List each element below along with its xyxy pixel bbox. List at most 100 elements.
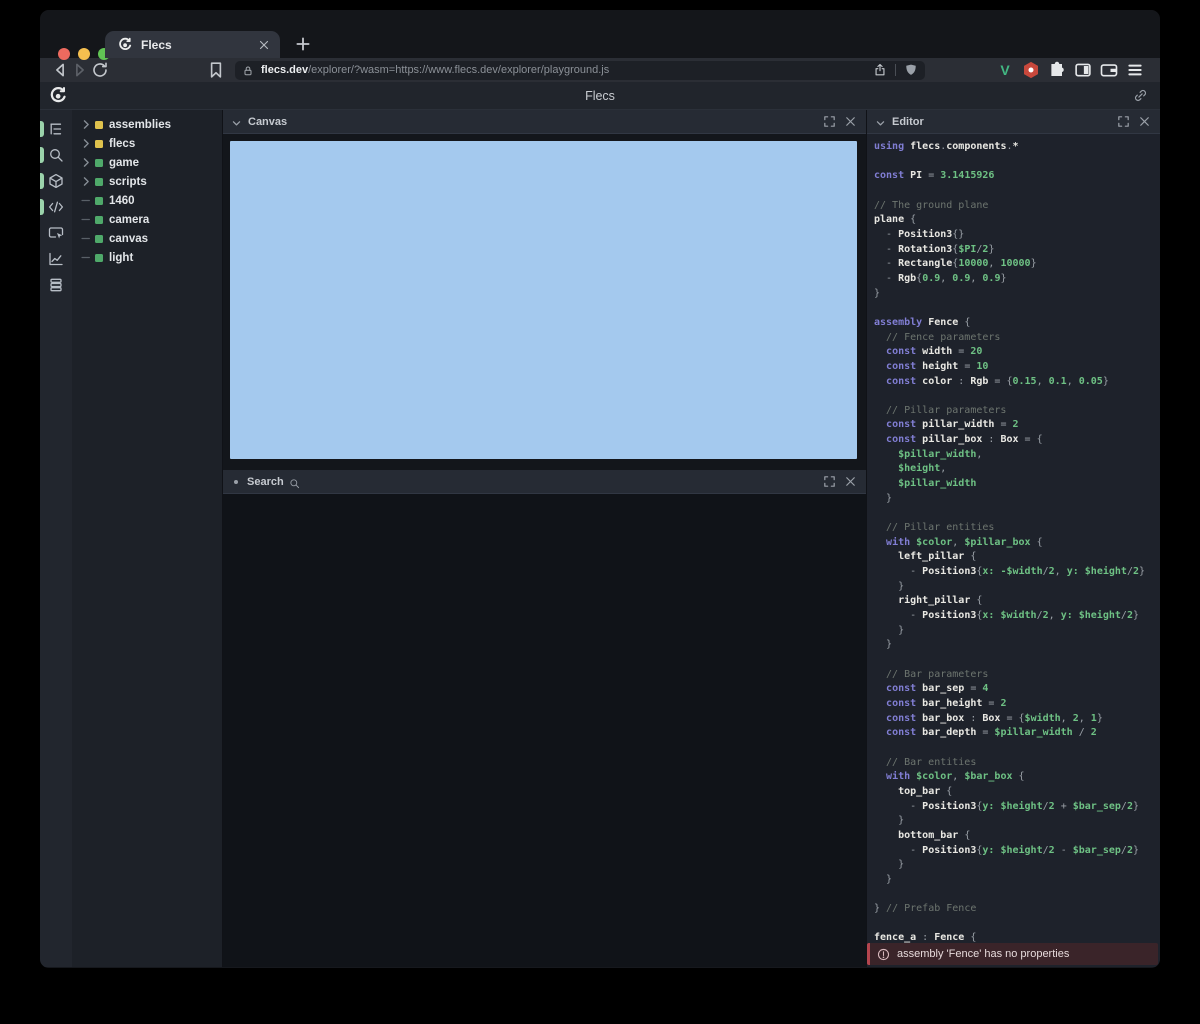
error-bar: assembly 'Fence' has no properties — [867, 943, 1158, 965]
browser-toolbar: flecs.dev/explorer/?wasm=https://www.fle… — [40, 58, 1160, 82]
rail-button-tree-icon[interactable] — [40, 116, 72, 142]
entity-kind-square — [95, 178, 103, 186]
tree-item-1460[interactable]: 1460 — [72, 191, 222, 210]
url-text: flecs.dev/explorer/?wasm=https://www.fle… — [261, 64, 873, 76]
new-tab-button[interactable] — [294, 35, 312, 53]
tree-item-canvas[interactable]: canvas — [72, 229, 222, 248]
render-viewport[interactable] — [230, 141, 857, 459]
rail-button-search-icon[interactable] — [40, 142, 72, 168]
layers-icon — [48, 277, 64, 293]
canvas-panel-body — [223, 134, 866, 470]
app-title: Flecs — [40, 89, 1160, 103]
code-editor[interactable]: using flecs.components.* const PI = 3.14… — [867, 134, 1160, 967]
rail-button-inspect-icon[interactable] — [40, 220, 72, 246]
rail-button-code-icon[interactable] — [40, 194, 72, 220]
search-panel-header: Search — [223, 470, 866, 494]
wallet-icon[interactable] — [1098, 60, 1120, 80]
window-controls — [58, 48, 110, 60]
expand-chevron-icon[interactable] — [80, 137, 93, 150]
editor-expand-icon[interactable] — [1116, 114, 1131, 129]
urlbar-divider — [895, 64, 896, 76]
search-expand-icon[interactable] — [822, 474, 837, 489]
sidebar-toggle-icon[interactable] — [1072, 60, 1094, 80]
leaf-dash-icon — [80, 194, 93, 207]
tree-item-label: canvas — [109, 233, 148, 245]
expand-chevron-icon[interactable] — [80, 175, 93, 188]
editor-close-icon[interactable] — [1137, 114, 1152, 129]
active-indicator — [40, 173, 44, 189]
center-column: Canvas Search — [223, 110, 866, 967]
entity-tree-panel: assemblies flecs game scripts 1460 camera canv… — [72, 110, 222, 967]
chart-icon — [48, 251, 64, 267]
rail-button-chart-icon[interactable] — [40, 246, 72, 272]
search-magnifier-icon — [289, 476, 300, 487]
bookmark-icon[interactable] — [206, 60, 226, 80]
canvas-panel-header: Canvas — [223, 110, 866, 134]
tree-item-scripts[interactable]: scripts — [72, 172, 222, 191]
extensions-puzzle-icon[interactable] — [1046, 60, 1068, 80]
browser-tab[interactable]: Flecs — [105, 31, 280, 58]
tree-item-label: assemblies — [109, 119, 171, 131]
expand-chevron-icon[interactable] — [80, 118, 93, 131]
entity-kind-square — [95, 235, 103, 243]
entity-kind-square — [95, 159, 103, 167]
code-icon — [48, 199, 64, 215]
url-domain: flecs.dev — [261, 64, 308, 76]
canvas-panel-title: Canvas — [248, 116, 287, 128]
search-panel-body[interactable] — [223, 494, 866, 967]
search-close-icon[interactable] — [843, 474, 858, 489]
back-button[interactable] — [50, 60, 70, 80]
script-code[interactable]: using flecs.components.* const PI = 3.14… — [874, 140, 1160, 946]
icon-rail — [40, 110, 72, 967]
active-indicator — [40, 121, 44, 137]
tree-item-assemblies[interactable]: assemblies — [72, 115, 222, 134]
url-bar[interactable]: flecs.dev/explorer/?wasm=https://www.fle… — [235, 61, 925, 80]
search-panel-title: Search — [247, 476, 284, 488]
minimize-window-button[interactable] — [78, 48, 90, 60]
tree-item-label: light — [109, 252, 133, 264]
editor-panel: Editor using flecs.components.* const PI… — [867, 110, 1160, 967]
rail-button-cube-icon[interactable] — [40, 168, 72, 194]
entity-kind-square — [95, 254, 103, 262]
expand-chevron-icon[interactable] — [80, 156, 93, 169]
red-extension-icon[interactable] — [1020, 60, 1042, 80]
tree-item-label: flecs — [109, 138, 135, 150]
rail-button-layers-icon[interactable] — [40, 272, 72, 298]
brave-shield-icon[interactable] — [904, 63, 918, 77]
app-header: Flecs — [40, 82, 1160, 110]
chevron-down-icon[interactable] — [231, 116, 242, 127]
canvas-expand-icon[interactable] — [822, 114, 837, 129]
search-icon — [48, 147, 64, 163]
tree-item-camera[interactable]: camera — [72, 210, 222, 229]
tree-item-light[interactable]: light — [72, 248, 222, 267]
tab-close-icon[interactable] — [257, 38, 271, 52]
editor-panel-title: Editor — [892, 116, 924, 128]
menu-icon[interactable] — [1124, 60, 1146, 80]
tree-item-game[interactable]: game — [72, 153, 222, 172]
entity-kind-square — [95, 197, 103, 205]
canvas-close-icon[interactable] — [843, 114, 858, 129]
close-window-button[interactable] — [58, 48, 70, 60]
tree-item-label: scripts — [109, 176, 147, 188]
leaf-dash-icon — [80, 213, 93, 226]
collapsed-indicator-icon[interactable] — [234, 480, 238, 484]
tree-icon — [48, 121, 64, 137]
share-icon[interactable] — [873, 63, 887, 77]
leaf-dash-icon — [80, 251, 93, 264]
entity-kind-square — [95, 216, 103, 224]
entity-kind-square — [95, 140, 103, 148]
active-indicator — [40, 199, 44, 215]
vue-devtools-extension[interactable]: V — [994, 60, 1016, 80]
flecs-favicon-icon — [117, 37, 133, 53]
tree-item-flecs[interactable]: flecs — [72, 134, 222, 153]
chevron-down-icon[interactable] — [875, 116, 886, 127]
tab-strip: Flecs — [40, 10, 1160, 58]
forward-button[interactable] — [70, 60, 90, 80]
tree-item-label: 1460 — [109, 195, 135, 207]
browser-window: Flecs flecs.dev/explorer/?wasm=https://w… — [40, 10, 1160, 968]
extensions-area: V — [994, 60, 1146, 80]
editor-panel-header: Editor — [867, 110, 1160, 134]
url-path: /explorer/?wasm=https://www.flecs.dev/ex… — [308, 64, 609, 76]
leaf-dash-icon — [80, 232, 93, 245]
reload-button[interactable] — [90, 60, 110, 80]
